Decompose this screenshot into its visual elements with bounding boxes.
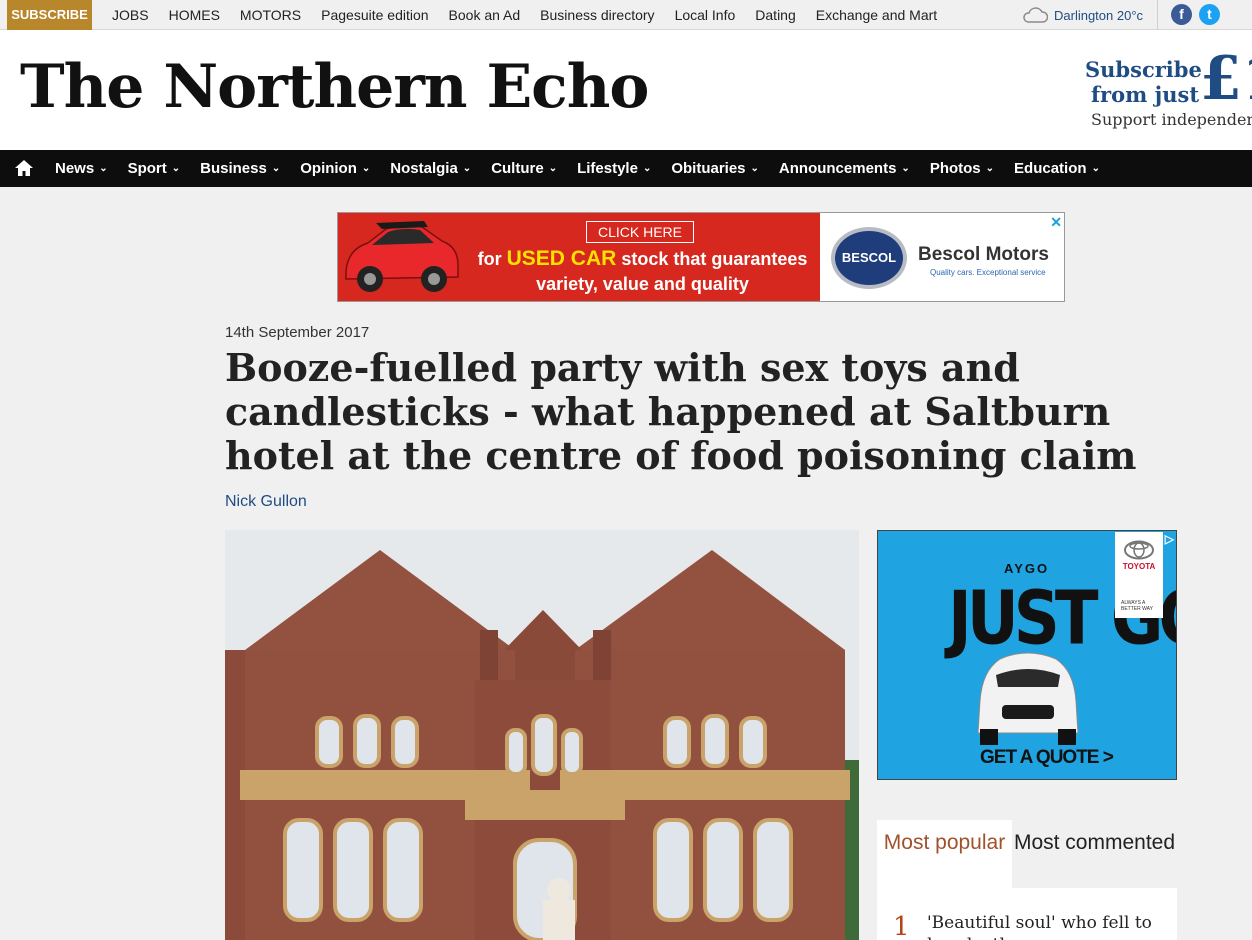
top-link-exchange-mart[interactable]: Exchange and Mart xyxy=(816,0,937,30)
car-image xyxy=(345,221,459,292)
subscribe-button[interactable]: SUBSCRIBE xyxy=(7,0,92,30)
facebook-icon[interactable]: f xyxy=(1171,4,1192,25)
article-headline: Booze-fuelled party with sex toys and ca… xyxy=(225,345,1137,478)
chevron-down-icon: ⌄ xyxy=(750,163,759,174)
nav-education[interactable]: Education ⌄ xyxy=(1014,150,1100,187)
advertiser-tagline: Quality cars. Exceptional service xyxy=(930,268,1046,277)
nav-label: News xyxy=(55,160,95,177)
nav-label: Announcements xyxy=(778,160,897,177)
most-popular-widget: Most popular Most commented 1 'Beautiful… xyxy=(877,820,1177,940)
nav-sport[interactable]: Sport ⌄ xyxy=(128,150,181,187)
banner-ad[interactable]: CLICK HERE for USED CAR stock that guara… xyxy=(337,212,1065,302)
toyota-tagline: ALWAYS A BETTER WAY xyxy=(1121,600,1153,612)
toyota-brand: TOYOTA xyxy=(1122,562,1156,571)
banner-ad-subline: variety, value and quality xyxy=(536,274,749,294)
nav-label: Education xyxy=(1014,160,1087,177)
nav-news[interactable]: News ⌄ xyxy=(55,150,108,187)
masthead: The Northern Echo Subscribe from just £1… xyxy=(0,30,1252,150)
top-link-jobs[interactable]: JOBS xyxy=(112,0,149,30)
chevron-down-icon: ⌄ xyxy=(271,163,281,174)
list-item[interactable]: 'Beautiful soul' who fell to her death xyxy=(927,912,1167,940)
tab-most-popular[interactable]: Most popular xyxy=(877,820,1012,888)
tab-most-commented[interactable]: Most commented xyxy=(1012,820,1177,888)
car-image xyxy=(977,652,1079,745)
weather-widget[interactable]: Darlington 20°c xyxy=(1022,0,1143,30)
nav-photos[interactable]: Photos ⌄ xyxy=(930,150,994,187)
nav-label: Nostalgia xyxy=(390,160,458,177)
promo-price: £1 xyxy=(1200,52,1252,114)
nav-label: Business xyxy=(200,160,267,177)
article-photo[interactable] xyxy=(225,530,859,940)
get-a-quote-button[interactable]: GET A QUOTE > xyxy=(980,747,1114,769)
click-here-button[interactable]: CLICK HERE xyxy=(586,221,694,243)
promo-line-1: Subscribe xyxy=(1085,57,1202,82)
toyota-logo-icon xyxy=(1124,540,1154,560)
nav-opinion[interactable]: Opinion ⌄ xyxy=(300,150,370,187)
weather-text: Darlington 20°c xyxy=(1054,7,1144,23)
home-icon[interactable] xyxy=(14,159,34,177)
top-link-local-info[interactable]: Local Info xyxy=(675,0,736,30)
close-icon[interactable]: ✕ xyxy=(1050,214,1062,231)
nav-label: Photos xyxy=(929,160,981,177)
banner-ad-headline: for USED CAR stock that guarantees xyxy=(477,247,808,270)
nav-label: Obituaries xyxy=(671,160,746,177)
chevron-down-icon: ⌄ xyxy=(361,163,371,174)
twitter-icon[interactable]: t xyxy=(1199,4,1220,25)
nav-label: Culture xyxy=(491,160,544,177)
bescol-logo: BESCOL xyxy=(831,227,907,289)
chevron-down-icon: ⌄ xyxy=(642,163,652,174)
nav-culture[interactable]: Culture ⌄ xyxy=(491,150,557,187)
main-navigation: News ⌄ Sport ⌄ Business ⌄ Opinion ⌄ Nostalgi… xyxy=(0,150,1252,187)
nav-nostalgia[interactable]: Nostalgia ⌄ xyxy=(390,150,471,187)
advertiser-name: Bescol Motors xyxy=(918,244,1049,265)
author-link[interactable]: Nick Gullon xyxy=(225,493,307,511)
nav-label: Opinion xyxy=(300,160,357,177)
ad-choices-icon[interactable]: ▷ xyxy=(1165,532,1174,546)
chevron-down-icon: ⌄ xyxy=(99,163,108,174)
nav-announcements[interactable]: Announcements ⌄ xyxy=(779,150,910,187)
cloud-icon xyxy=(1023,7,1048,23)
list-item-number: 1 xyxy=(893,912,910,940)
subscribe-promo[interactable]: Subscribe from just £1 Support independe… xyxy=(1085,52,1252,132)
chevron-down-icon: ⌄ xyxy=(171,163,181,174)
top-utility-bar: SUBSCRIBE JOBS HOMES MOTORS Pagesuite ed… xyxy=(0,0,1252,30)
nav-label: Sport xyxy=(127,160,167,177)
top-links: JOBS HOMES MOTORS Pagesuite edition Book… xyxy=(112,0,957,30)
top-link-dating[interactable]: Dating xyxy=(755,0,795,30)
nav-obituaries[interactable]: Obituaries ⌄ xyxy=(671,150,759,187)
promo-subtext: Support independent xyxy=(1091,110,1252,129)
divider xyxy=(1157,0,1158,30)
nav-business[interactable]: Business ⌄ xyxy=(200,150,280,187)
chevron-down-icon: ⌄ xyxy=(462,163,472,174)
article-date: 14th September 2017 xyxy=(225,324,370,341)
promo-line-2: from just xyxy=(1091,82,1200,107)
nav-label: Lifestyle xyxy=(577,160,638,177)
top-link-motors[interactable]: MOTORS xyxy=(240,0,301,30)
top-link-book-ad[interactable]: Book an Ad xyxy=(449,0,521,30)
chevron-down-icon: ⌄ xyxy=(1091,163,1100,174)
chevron-down-icon: ⌄ xyxy=(901,163,910,174)
hotel-building-image xyxy=(225,530,859,940)
chevron-down-icon: ⌄ xyxy=(985,163,995,174)
site-logo[interactable]: The Northern Echo xyxy=(20,52,649,122)
top-link-business-directory[interactable]: Business directory xyxy=(540,0,654,30)
top-link-pagesuite[interactable]: Pagesuite edition xyxy=(321,0,428,30)
chevron-down-icon: ⌄ xyxy=(548,163,558,174)
banner-ad-red-panel: CLICK HERE for USED CAR stock that guara… xyxy=(338,213,820,301)
top-link-homes[interactable]: HOMES xyxy=(169,0,220,30)
nav-lifestyle[interactable]: Lifestyle ⌄ xyxy=(577,150,651,187)
ad-model-name: AYGO xyxy=(1004,561,1050,576)
toyota-logo-panel: TOYOTA ALWAYS A BETTER WAY xyxy=(1115,532,1163,618)
toyota-ad[interactable]: AYGO JUST GO GET A QUOTE > TOYOTA ALWAYS… xyxy=(877,530,1177,780)
